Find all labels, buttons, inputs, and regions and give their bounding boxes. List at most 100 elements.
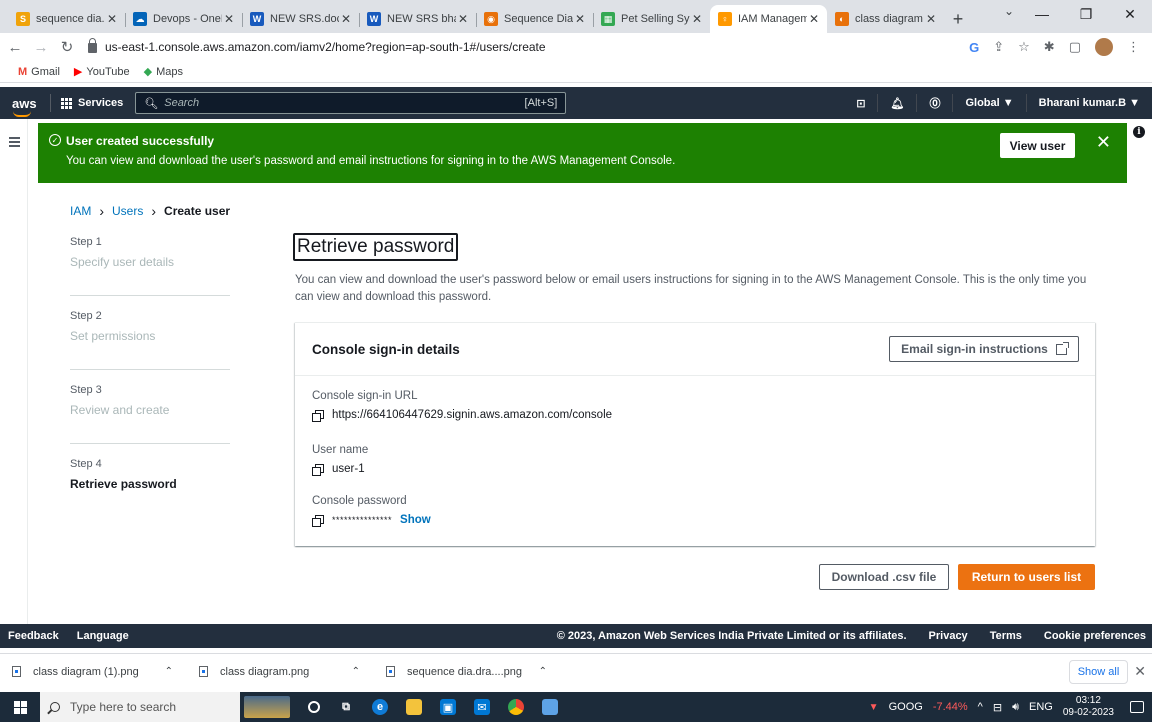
close-tab-icon[interactable]: ✕ [573,12,587,26]
forward-icon[interactable]: → [30,39,52,56]
browser-tab[interactable]: W NEW SRS bhara✕ [359,5,476,33]
show-all-downloads-button[interactable]: Show all [1069,660,1128,684]
password-field: Console password *************** Show [312,495,431,527]
language-indicator[interactable]: ENG [1029,701,1053,713]
bookmark-maps[interactable]: ◆ Maps [143,65,183,79]
file-explorer-icon[interactable] [406,699,422,715]
tab-favicon-icon: ◐ [835,12,849,26]
google-lens-icon[interactable]: G [969,40,979,55]
search-shortcut: [Alt+S] [524,97,558,109]
region-selector[interactable]: Global ▼ [952,94,1025,112]
cookie-preferences-link[interactable]: Cookie preferences [1044,630,1146,642]
notifications-bell-icon[interactable]: 🔔︎ [877,94,916,112]
close-tab-icon[interactable]: ✕ [690,12,704,26]
close-tab-icon[interactable]: ✕ [105,12,119,26]
breadcrumb: IAM › Users › Create user [70,203,230,219]
terms-link[interactable]: Terms [990,630,1022,642]
store-icon[interactable]: ▣ [440,699,456,715]
copyright-text: © 2023, Amazon Web Services India Privat… [556,630,907,642]
services-menu[interactable]: Services [61,97,123,109]
show-password-link[interactable]: Show [400,514,431,526]
tray-chevron-icon[interactable]: ^ [978,701,983,713]
network-icon[interactable]: ⊟ [993,701,1002,714]
console-signin-card: Console sign-in details Email sign-in in… [295,322,1095,546]
browser-tab[interactable]: ♀ IAM Managem ✕ [710,5,827,33]
success-check-icon: ✓ [49,134,61,146]
taskbar-search-input[interactable]: Type here to search [40,692,240,722]
close-downloads-icon[interactable]: ✕ [1134,663,1146,680]
chevron-up-icon[interactable]: ⌃ [539,666,547,677]
browser-tab[interactable]: W NEW SRS.docx✕ [242,5,359,33]
copy-icon[interactable] [312,514,324,527]
download-csv-button[interactable]: Download .csv file [819,564,949,590]
task-view-icon[interactable]: ⧉ [338,699,354,715]
share-icon[interactable]: ⇪ [993,39,1004,55]
close-tab-icon[interactable]: ✕ [924,12,938,26]
weather-widget-icon[interactable] [244,696,290,718]
stock-name[interactable]: GOOG [889,701,923,713]
email-signin-instructions-button[interactable]: Email sign-in instructions [889,336,1079,362]
chevron-up-icon[interactable]: ⌃ [352,666,360,677]
feedback-link[interactable]: Feedback [8,630,59,642]
close-tab-icon[interactable]: ✕ [807,12,821,26]
new-tab-button[interactable]: + [944,5,972,33]
bookmark-star-icon[interactable]: ☆ [1018,39,1030,55]
sidepanel-icon[interactable]: ▢ [1069,39,1081,55]
dismiss-banner-icon[interactable]: ✕ [1096,133,1111,151]
browser-tab[interactable]: Ssequence dia.d ✕ [8,5,125,33]
notification-center-icon[interactable] [1130,701,1144,713]
download-item[interactable]: sequence dia.dra....png ⌃ [386,666,561,678]
step-3: Step 3 Review and create [70,384,170,417]
banner-message: You can view and download the user's pas… [66,155,676,167]
close-tab-icon[interactable]: ✕ [222,12,236,26]
url-field[interactable]: us-east-1.console.aws.amazon.com/iamv2/h… [88,38,969,54]
tab-favicon-icon: W [367,12,381,26]
copy-icon[interactable] [312,409,324,422]
view-user-button[interactable]: View user [1000,133,1075,158]
privacy-link[interactable]: Privacy [929,630,968,642]
browser-tab[interactable]: ☁ Devops - OneD ✕ [125,5,242,33]
browser-tab[interactable]: ◐ class diagram ✕ [827,5,944,33]
hamburger-menu-icon[interactable] [9,137,20,149]
edge-icon[interactable]: e [372,699,388,715]
back-icon[interactable]: ← [4,39,26,56]
volume-icon[interactable]: 🔊︎ [1012,701,1019,714]
maximize-icon[interactable]: ❐ [1064,0,1108,28]
close-tab-icon[interactable]: ✕ [339,12,353,26]
signin-url-value: https://664106447629.signin.aws.amazon.c… [332,409,613,421]
chrome-icon[interactable] [508,699,524,715]
search-input[interactable]: 🔍︎ Search [Alt+S] [135,92,567,114]
reload-icon[interactable]: ↻ [56,38,78,56]
language-link[interactable]: Language [77,630,129,642]
cloudshell-icon[interactable]: ⊡ [844,94,877,112]
aws-logo[interactable]: aws [12,96,46,117]
clock[interactable]: 03:12 09-02-2023 [1063,695,1114,719]
breadcrumb-iam[interactable]: IAM [70,204,91,218]
tab-search-icon[interactable]: ⌄ [1004,4,1014,18]
close-tab-icon[interactable]: ✕ [456,12,470,26]
download-item[interactable]: class diagram (1).png ⌃ [12,666,187,678]
browser-tab[interactable]: ◉ Sequence Diag ✕ [476,5,593,33]
chevron-up-icon[interactable]: ⌃ [165,666,173,677]
minimize-icon[interactable]: — [1020,0,1064,28]
menu-kebab-icon[interactable]: ⋮ [1127,39,1140,55]
mail-icon[interactable]: ✉ [474,699,490,715]
account-menu[interactable]: Bharani kumar.B ▼ [1025,94,1152,112]
maps-icon: ◆ [143,66,153,78]
windows-start-icon[interactable] [0,692,40,722]
return-to-users-list-button[interactable]: Return to users list [958,564,1095,590]
photos-icon[interactable] [542,699,558,715]
download-item[interactable]: class diagram.png ⌃ [199,666,374,678]
breadcrumb-users[interactable]: Users [112,204,143,218]
browser-tab[interactable]: ▦ Pet Selling Syst✕ [593,5,710,33]
close-window-icon[interactable]: ✕ [1108,0,1152,28]
profile-avatar[interactable] [1095,38,1113,56]
copy-icon[interactable] [312,463,324,476]
extensions-icon[interactable]: ✱ [1044,39,1055,55]
bookmark-youtube[interactable]: ▶ YouTube [74,65,130,79]
cortana-icon[interactable] [308,701,320,713]
info-panel-icon[interactable]: i [1133,126,1145,138]
step-1: Step 1 Specify user details [70,236,175,269]
help-icon[interactable]: ⓪ [916,94,952,112]
bookmark-gmail[interactable]: M Gmail [18,66,60,78]
